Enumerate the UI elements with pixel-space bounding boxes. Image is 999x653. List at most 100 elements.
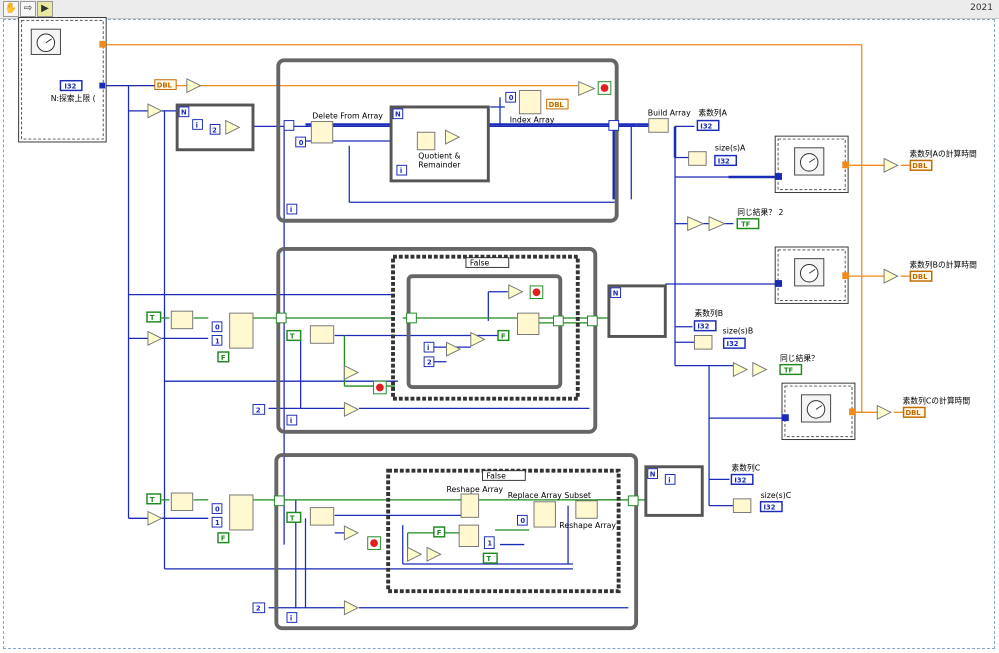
svg-text:0: 0 <box>509 94 514 102</box>
svg-text:1: 1 <box>487 540 492 548</box>
replace-subset-b-outer: 0 1 F <box>211 312 254 363</box>
search-1d-array-c <box>309 507 335 526</box>
svg-text:F: F <box>221 354 226 362</box>
svg-text:1: 1 <box>215 519 220 527</box>
n-label: N:探索上限 ( <box>51 93 96 103</box>
initialize-array-b <box>170 310 194 330</box>
svg-text:i: i <box>668 476 670 484</box>
svg-text:Delete From Array: Delete From Array <box>312 112 383 121</box>
svg-text:i: i <box>427 344 429 352</box>
time-c-output: DBL 素数列Cの計算時間 <box>876 396 971 420</box>
while-loop-c: i <box>273 453 639 631</box>
svg-text:0: 0 <box>520 517 525 525</box>
compare-node-b: TF 同じ結果？ <box>732 353 819 378</box>
size-a-indicator: I32 size(s)A <box>688 144 746 167</box>
svg-text:2: 2 <box>427 359 432 367</box>
search-1d-array-b <box>309 325 335 344</box>
svg-text:0: 0 <box>299 139 304 147</box>
for-loop-a2: N i <box>389 105 490 183</box>
svg-text:I32: I32 <box>64 82 76 90</box>
true-const-b2[interactable]: T <box>286 329 302 342</box>
for-loop-b-output: N <box>607 284 667 338</box>
multiply-nodes-c <box>407 546 442 562</box>
svg-text:i: i <box>290 614 292 622</box>
delete-from-array-node: Delete From Array <box>310 112 383 144</box>
to-double-node: DBL <box>154 79 177 90</box>
svg-text:Quotient &: Quotient & <box>418 152 460 161</box>
svg-text:size(s)B: size(s)B <box>723 327 754 336</box>
svg-text:T: T <box>486 555 491 563</box>
reciprocal-node <box>186 77 202 94</box>
while-loop-b-inner: i 2 F <box>406 274 564 389</box>
initialize-array-c <box>170 492 194 512</box>
svg-text:Build Array: Build Array <box>648 109 691 118</box>
svg-text:素数列Bの計算時間: 素数列Bの計算時間 <box>909 259 977 269</box>
svg-text:I32: I32 <box>697 323 709 331</box>
const-two-b[interactable]: 2 <box>252 404 266 415</box>
svg-text:N: N <box>181 109 187 117</box>
svg-text:0: 0 <box>215 324 220 332</box>
svg-text:DBL: DBL <box>912 273 928 281</box>
true-const-b[interactable]: T <box>146 311 162 323</box>
svg-text:DBL: DBL <box>912 162 928 170</box>
svg-text:1: 1 <box>215 337 220 345</box>
less-than-node-a <box>578 80 596 97</box>
stop-terminal-c <box>367 536 381 550</box>
build-array-node: Build Array <box>648 109 691 133</box>
primes-c-indicator: I32 素数列C <box>730 463 760 486</box>
svg-text:2: 2 <box>256 605 261 613</box>
svg-text:素数列A: 素数列A <box>698 108 727 118</box>
increment-node-c2 <box>343 600 360 616</box>
svg-text:T: T <box>290 332 295 340</box>
less-zero-node-c <box>343 525 360 541</box>
svg-text:I32: I32 <box>700 122 712 130</box>
for-loop-c-output: N i <box>644 465 704 517</box>
svg-text:TF: TF <box>741 221 751 229</box>
svg-text:False: False <box>486 471 506 480</box>
timer-sequence-frame-a <box>774 135 850 194</box>
svg-text:2: 2 <box>212 126 217 134</box>
const-two-c[interactable]: 2 <box>252 602 266 614</box>
svg-text:素数列B: 素数列B <box>694 308 723 318</box>
for-loop-a1: N i 2 <box>175 103 255 152</box>
decrement-node-1 <box>147 103 163 119</box>
reshape-array-bottom-left: F 1 T <box>433 524 498 564</box>
true-const-c[interactable]: T <box>146 493 162 505</box>
block-diagram: I32 N:探索上限 ( DBL N i 2 i 0 Delete From A… <box>18 17 977 631</box>
svg-text:size(s)C: size(s)C <box>761 491 792 500</box>
true-const-c2[interactable]: T <box>286 511 302 523</box>
size-c-indicator: I32 size(s)C <box>732 491 792 513</box>
svg-text:素数列Cの計算時間: 素数列Cの計算時間 <box>903 396 971 406</box>
svg-text:2: 2 <box>256 406 261 414</box>
svg-text:i: i <box>196 121 198 129</box>
compare-node-a: TF 同じ結果？ 2 <box>687 207 784 232</box>
svg-text:Reshape Array: Reshape Array <box>447 485 504 494</box>
svg-text:F: F <box>501 332 506 340</box>
timer-sequence-frame-c <box>781 382 856 441</box>
timer-sequence-frame-start <box>18 17 107 143</box>
time-a-output: DBL 素数列Aの計算時間 <box>883 149 977 173</box>
increment-node-b2 <box>343 401 360 417</box>
svg-text:F: F <box>221 535 226 543</box>
svg-text:I32: I32 <box>727 340 739 348</box>
svg-text:N: N <box>650 470 656 478</box>
svg-text:False: False <box>470 258 490 267</box>
svg-text:I32: I32 <box>734 476 746 484</box>
svg-text:DBL: DBL <box>905 409 921 417</box>
svg-text:I32: I32 <box>764 504 776 512</box>
svg-text:素数列Aの計算時間: 素数列Aの計算時間 <box>909 149 977 159</box>
svg-text:size(s)A: size(s)A <box>715 144 746 153</box>
svg-text:T: T <box>150 314 155 322</box>
svg-text:T: T <box>150 496 155 504</box>
svg-text:F: F <box>437 529 442 537</box>
svg-text:DBL: DBL <box>157 82 173 90</box>
const-zero-a[interactable]: 0 <box>295 136 306 148</box>
svg-text:Reshape Array: Reshape Array <box>559 521 616 530</box>
time-b-output: DBL 素数列Bの計算時間 <box>883 259 977 284</box>
svg-text:DBL: DBL <box>549 101 565 109</box>
svg-text:i: i <box>290 417 292 425</box>
stop-terminal-a <box>597 81 612 95</box>
replace-subset-c-outer: 0 1 F <box>211 494 254 544</box>
svg-text:同じ結果？ 2: 同じ結果？ 2 <box>737 207 783 217</box>
to-double-node-2: DBL <box>546 98 569 110</box>
